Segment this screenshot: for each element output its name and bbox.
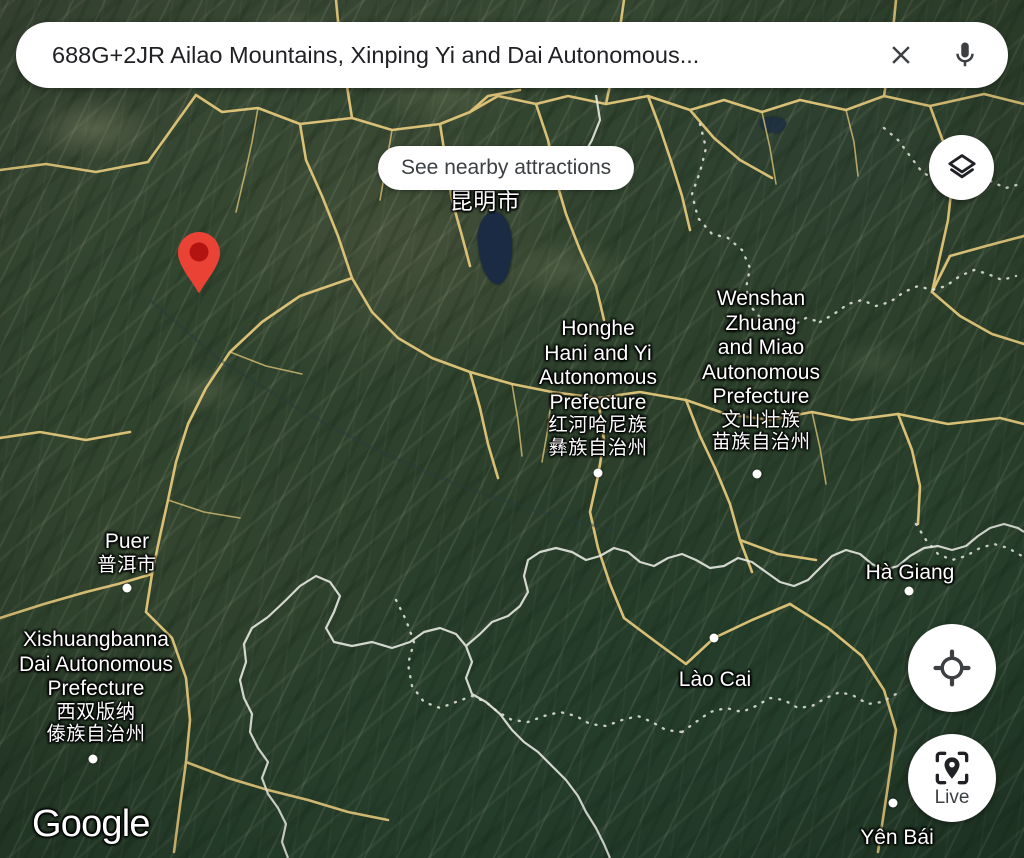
map-canvas[interactable]: 昆明市 Honghe Hani and Yi Autonomous Prefect…: [0, 0, 1024, 858]
chip-label: See nearby attractions: [401, 156, 612, 179]
destination-map-pin[interactable]: [175, 230, 223, 294]
map-label-dot-yen-bai[interactable]: [888, 798, 898, 808]
map-layers-button[interactable]: [929, 135, 994, 200]
search-input[interactable]: 688G+2JR Ailao Mountains, Xinping Yi and…: [52, 42, 872, 69]
voice-search-button[interactable]: [936, 26, 994, 84]
map-label-dot-ha-giang[interactable]: [904, 586, 914, 596]
see-nearby-attractions-chip[interactable]: See nearby attractions: [378, 146, 635, 190]
my-location-icon: [933, 649, 971, 687]
layers-icon: [947, 153, 976, 178]
clear-search-button[interactable]: [872, 26, 930, 84]
map-label-dot-honghe[interactable]: [593, 468, 603, 478]
map-label-dot-puer[interactable]: [122, 583, 132, 593]
map-label-dot-xishuangbanna[interactable]: [88, 754, 98, 764]
map-label-dot-lao-cai[interactable]: [709, 633, 719, 643]
map-label-dot-wenshan[interactable]: [752, 469, 762, 479]
live-view-label: Live: [934, 786, 970, 808]
live-view-icon: [935, 751, 969, 784]
live-view-button[interactable]: Live: [908, 734, 996, 822]
google-logo: Google: [32, 803, 151, 845]
search-bar[interactable]: 688G+2JR Ailao Mountains, Xinping Yi and…: [16, 22, 1008, 88]
close-icon: [892, 46, 910, 64]
maps-app: 昆明市 Honghe Hani and Yi Autonomous Prefect…: [0, 0, 1024, 858]
my-location-button[interactable]: [908, 624, 996, 712]
microphone-icon: [956, 42, 974, 67]
map-vignette: [0, 0, 1024, 858]
